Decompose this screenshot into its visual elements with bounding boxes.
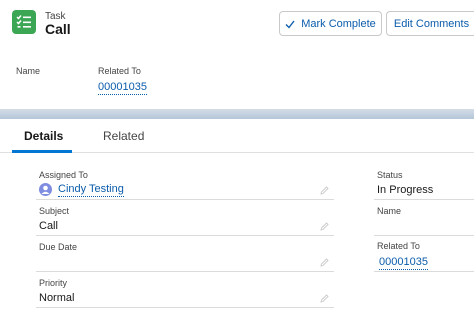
mark-complete-label: Mark Complete	[301, 17, 376, 30]
due-date-label: Due Date	[39, 242, 78, 252]
priority-value: Normal	[39, 292, 75, 304]
edit-comments-label: Edit Comments	[393, 17, 470, 30]
field-divider	[374, 199, 474, 200]
field-divider	[36, 271, 334, 272]
field-divider	[36, 307, 334, 308]
pencil-icon[interactable]	[320, 294, 329, 303]
status-value: In Progress	[377, 184, 434, 196]
header-name-label: Name	[16, 66, 41, 76]
pencil-icon[interactable]	[320, 186, 329, 195]
check-icon	[285, 20, 295, 29]
priority-label: Priority	[39, 278, 68, 288]
related-to-link[interactable]: 00001035	[379, 256, 428, 270]
mark-complete-button[interactable]: Mark Complete	[279, 11, 382, 36]
tab-bar: Details Related	[0, 119, 474, 153]
pencil-icon[interactable]	[320, 222, 329, 231]
record-header: Task Call Mark Complete Edit Comments Na…	[0, 0, 474, 110]
field-divider	[374, 235, 474, 236]
subject-label: Subject	[39, 206, 70, 216]
related-to-label: Related To	[377, 241, 420, 251]
field-divider	[36, 199, 334, 200]
tab-related[interactable]: Related	[103, 129, 144, 143]
header-related-label: Related To	[98, 66, 141, 76]
task-list-icon	[12, 10, 36, 34]
user-avatar-icon	[39, 183, 52, 196]
field-divider	[36, 235, 334, 236]
active-tab-indicator	[12, 150, 72, 153]
assigned-to-label: Assigned To	[39, 170, 88, 180]
edit-comments-button[interactable]: Edit Comments	[386, 11, 474, 36]
record-title: Call	[45, 21, 71, 37]
header-divider-band	[0, 109, 474, 119]
name-label: Name	[377, 206, 402, 216]
pencil-icon[interactable]	[320, 258, 329, 267]
subject-value: Call	[39, 220, 58, 232]
status-label: Status	[377, 170, 403, 180]
header-related-link[interactable]: 00001035	[98, 81, 147, 95]
tab-details[interactable]: Details	[24, 129, 63, 143]
assigned-to-link[interactable]: Cindy Testing	[58, 183, 124, 197]
field-divider	[374, 271, 474, 272]
